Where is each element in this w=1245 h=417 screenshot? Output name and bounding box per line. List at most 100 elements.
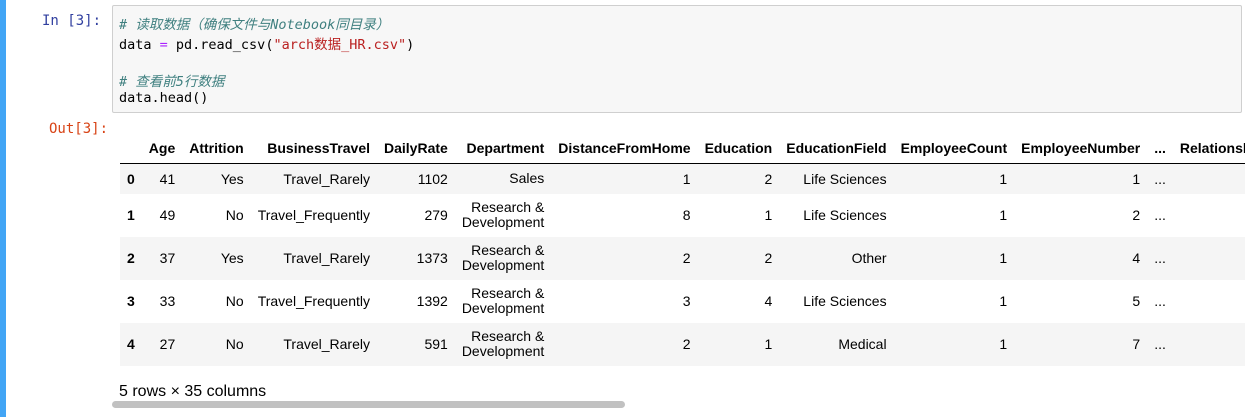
table-cell: 1373 (416, 250, 448, 266)
code-string: "arch数据_HR.csv" (273, 37, 407, 53)
table-cell: 1392 (416, 293, 448, 309)
table-cell: No (225, 207, 244, 223)
column-header: EducationField (779, 133, 894, 164)
code-comment-read: # 读取数据（确保文件与Notebook同目录） (119, 17, 390, 33)
table-cell: Travel_Rarely (283, 336, 370, 352)
table-cell: 1 (764, 336, 773, 352)
column-header: RelationshipSatisfaction (1172, 133, 1245, 164)
table-cell: 5 (1132, 293, 1141, 309)
row-index: 4 (127, 336, 135, 352)
table-cell: ... (1154, 170, 1166, 187)
table-cell: Research & Development (461, 285, 545, 316)
table-cell: 1 (999, 207, 1008, 223)
table-cell (1173, 237, 1245, 280)
column-header: Age (141, 133, 183, 164)
table-cell: ... (1154, 250, 1166, 266)
table-cell: Yes (220, 250, 244, 266)
code-line-head: data.head() (119, 90, 209, 106)
table-cell: 27 (159, 336, 176, 352)
table-cell: Life Sciences (803, 170, 887, 187)
table-cell: Research & Development (461, 328, 545, 359)
column-header: DailyRate (377, 133, 455, 164)
table-cell: Other (851, 250, 887, 266)
table-row: 0 41 Yes Travel_Rarely 1102 Sales 1 2 Li… (120, 163, 1245, 194)
table-cell: Life Sciences (803, 293, 887, 309)
table-cell: Travel_Frequently (257, 207, 370, 223)
output-prompt: Out[3]: (49, 121, 109, 137)
output-area: Age Attrition BusinessTravel DailyRate D… (112, 128, 1245, 417)
dataframe-table: Age Attrition BusinessTravel DailyRate D… (120, 133, 1245, 366)
table-cell: Sales (509, 170, 545, 187)
table-cell: Life Sciences (803, 207, 887, 223)
code-token: data (119, 37, 160, 53)
row-index: 0 (127, 170, 135, 187)
table-cell: 4 (1132, 250, 1141, 266)
column-header: EmployeeNumber (1014, 133, 1148, 164)
column-header: BusinessTravel (250, 133, 377, 164)
table-cell: ... (1154, 336, 1166, 352)
table-cell: 279 (424, 207, 448, 223)
table-cell: No (225, 293, 244, 309)
table-cell: 8 (682, 207, 691, 223)
table-cell (1173, 280, 1245, 323)
table-cell: Medical (838, 336, 887, 352)
table-header-row: Age Attrition BusinessTravel DailyRate D… (120, 133, 1245, 164)
horizontal-scrollbar[interactable] (112, 401, 625, 408)
table-cell: 41 (159, 170, 176, 187)
table-cell: Travel_Rarely (283, 250, 370, 266)
table-cell: 7 (1132, 336, 1141, 352)
table-row: 3 33 No Travel_Frequently 1392 Research … (120, 280, 1245, 323)
row-index: 1 (127, 207, 135, 223)
table-cell: 2 (1132, 207, 1141, 223)
column-header: ... (1147, 133, 1173, 164)
table-cell (1173, 194, 1245, 237)
table-cell: 2 (764, 250, 773, 266)
table-cell: 1 (1132, 170, 1141, 187)
table-cell: No (225, 336, 244, 352)
row-index: 2 (127, 250, 135, 266)
column-header: Department (454, 133, 552, 164)
cell-selection-bar (0, 0, 6, 417)
table-cell: 1 (999, 293, 1008, 309)
column-header: Education (697, 133, 780, 164)
table-cell: 37 (159, 250, 176, 266)
table-cell: 1 (999, 336, 1008, 352)
table-cell: ... (1154, 207, 1166, 223)
column-header: Attrition (182, 133, 251, 164)
table-cell: ... (1154, 293, 1166, 309)
table-cell: 1 (682, 170, 691, 187)
table-cell: 2 (682, 250, 691, 266)
table-cell: 1 (999, 250, 1008, 266)
table-row: 1 49 No Travel_Frequently 279 Research &… (120, 194, 1245, 237)
table-row: 2 37 Yes Travel_Rarely 1373 Research & D… (120, 236, 1245, 280)
column-header: DistanceFromHome (551, 133, 698, 164)
table-cell: Yes (220, 170, 244, 187)
table-cell: Travel_Frequently (257, 293, 370, 309)
code-line-read-csv: data = pd.read_csv("arch数据_HR.csv") (119, 33, 414, 53)
column-header: EmployeeCount (893, 133, 1015, 164)
code-token: ) (406, 37, 415, 53)
table-cell: Research & Development (461, 242, 545, 273)
table-cell: Research & Development (461, 199, 545, 230)
table-cell: 2 (682, 336, 691, 352)
table-row: 4 27 No Travel_Rarely 591 Research & Dev… (120, 322, 1245, 366)
code-operator: = (159, 37, 168, 53)
table-cell: Travel_Rarely (283, 170, 370, 187)
table-cell: 591 (424, 336, 448, 352)
table-cell (1173, 323, 1245, 366)
table-cell: 49 (159, 207, 176, 223)
table-cell: 3 (682, 293, 691, 309)
table-cell: 1 (764, 207, 773, 223)
column-header (120, 133, 142, 164)
table-cell: 2 (764, 170, 773, 187)
dataframe-shape: 5 rows × 35 columns (119, 383, 267, 400)
table-cell: 1102 (417, 170, 448, 187)
code-comment-head: # 查看前5行数据 (119, 74, 225, 90)
table-cell (1173, 164, 1245, 194)
table-cell: 33 (159, 293, 176, 309)
code-cell[interactable]: # 读取数据（确保文件与Notebook同目录） data = pd.read_… (112, 5, 1242, 113)
table-cell: 1 (999, 170, 1008, 187)
code-token: pd.read_csv( (167, 37, 274, 53)
row-index: 3 (127, 293, 135, 309)
input-prompt: In [3]: (42, 13, 102, 29)
